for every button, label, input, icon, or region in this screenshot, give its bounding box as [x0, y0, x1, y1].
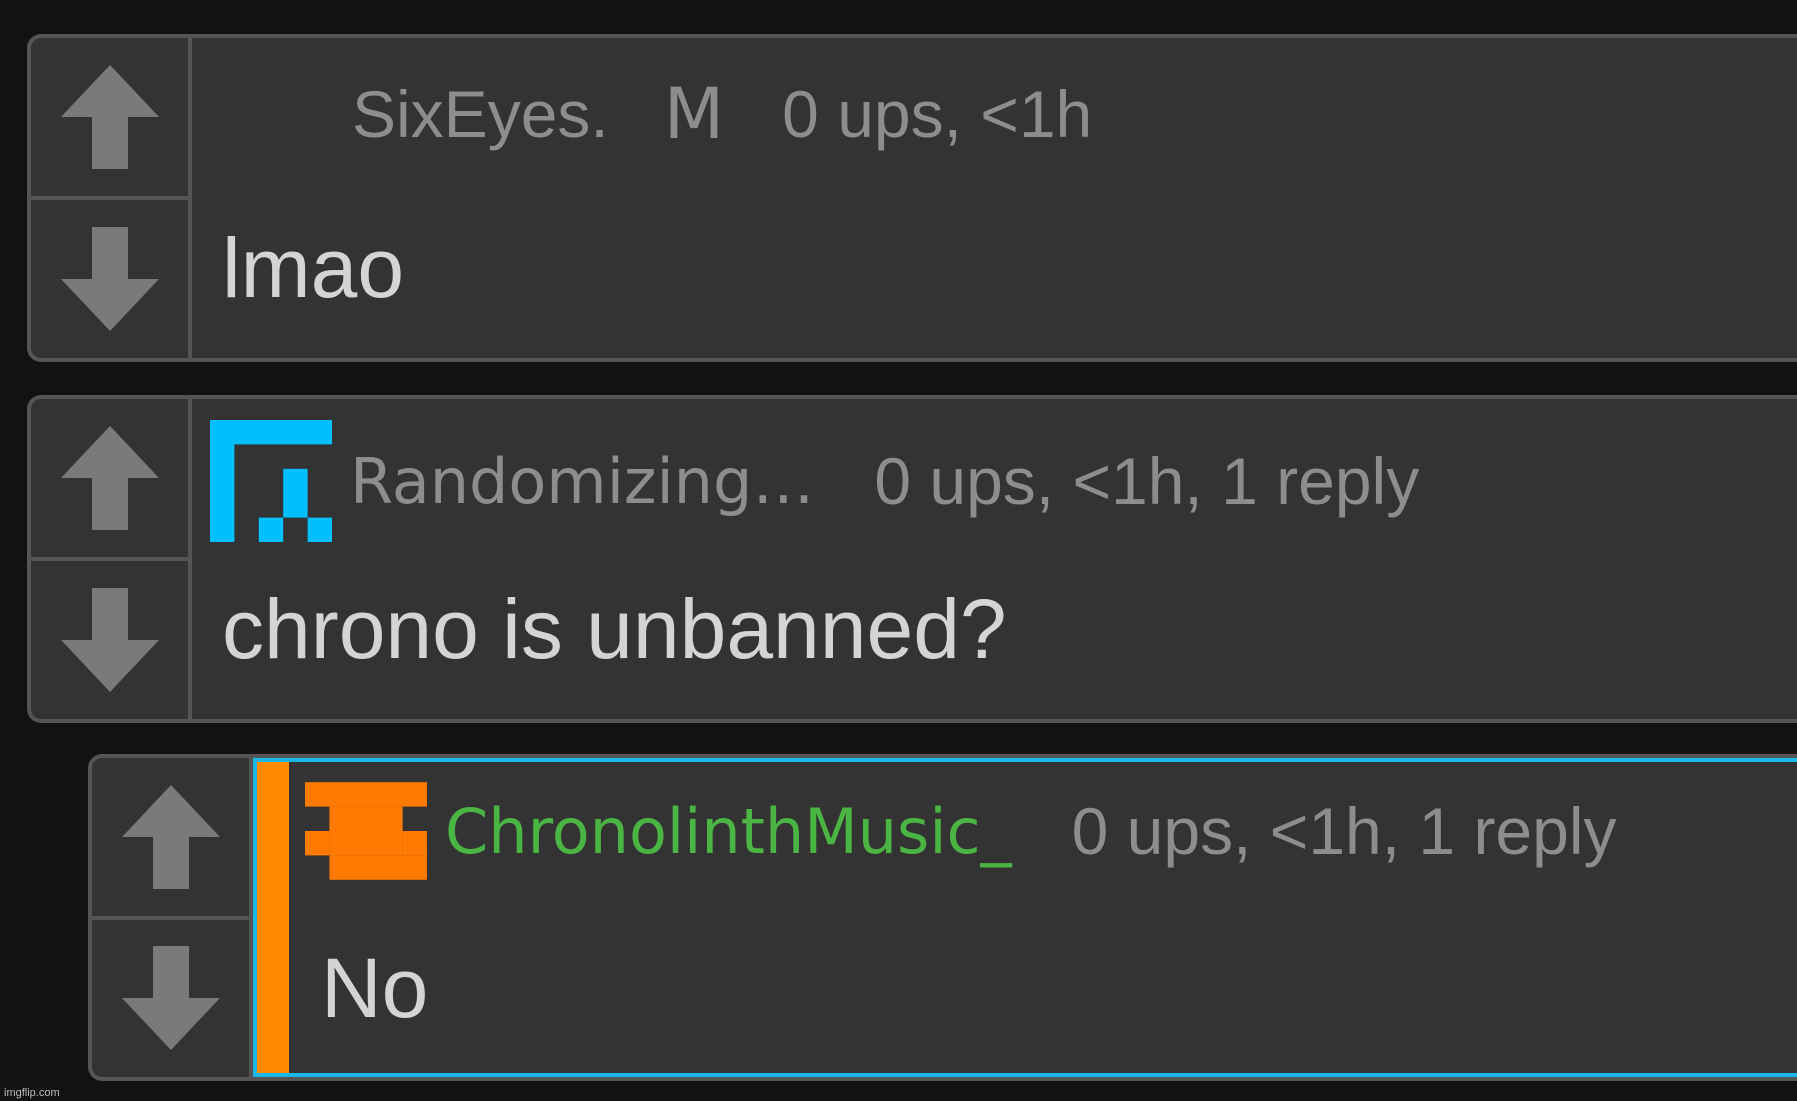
- comment-stats: 0 ups, <1h, 1 reply: [1071, 794, 1617, 868]
- arrow-up-icon: [60, 65, 159, 169]
- comment-stats: 0 ups, <1h: [782, 77, 1093, 151]
- upvote-button[interactable]: [92, 758, 249, 916]
- comment-text: lmao: [222, 221, 405, 315]
- comment-text: chrono is unbanned?: [222, 582, 1007, 676]
- pixel-avatar-blue-icon[interactable]: [210, 420, 332, 542]
- username[interactable]: ChronolinthMusic_: [445, 795, 1012, 868]
- username[interactable]: SixEyes.: [352, 76, 609, 152]
- reply-comment-card: ChronolinthMusic_ 0 ups, <1h, 1 reply No: [88, 754, 1797, 1081]
- arrow-up-icon: [60, 426, 159, 530]
- upvote-button[interactable]: [31, 38, 188, 196]
- arrow-down-icon: [60, 588, 159, 692]
- pixel-avatar-orange-icon[interactable]: [305, 782, 427, 880]
- comment-body: SixEyes. M 0 ups, <1h lmao: [192, 38, 1797, 358]
- vote-column: [31, 399, 192, 719]
- comment-meta: SixEyes. M 0 ups, <1h: [352, 73, 1093, 155]
- vote-column: [31, 38, 192, 358]
- comment-stats: 0 ups, <1h, 1 reply: [874, 444, 1420, 518]
- mod-badge: M: [663, 73, 725, 155]
- comment-text: No: [321, 941, 429, 1035]
- arrow-down-icon: [60, 227, 159, 331]
- downvote-button[interactable]: [31, 196, 188, 358]
- downvote-button[interactable]: [31, 557, 188, 719]
- comment-card: SixEyes. M 0 ups, <1h lmao: [27, 34, 1797, 362]
- upvote-button[interactable]: [31, 399, 188, 557]
- comment-meta: ChronolinthMusic_ 0 ups, <1h, 1 reply: [305, 778, 1617, 884]
- comment-meta: Randomizing… 0 ups, <1h, 1 reply: [210, 419, 1419, 543]
- username[interactable]: Randomizing…: [350, 445, 814, 518]
- arrow-up-icon: [121, 784, 220, 889]
- highlight-accent-bar: [257, 762, 289, 1073]
- comment-card: Randomizing… 0 ups, <1h, 1 reply chrono …: [27, 395, 1797, 723]
- vote-column: [92, 758, 253, 1077]
- comment-body: Randomizing… 0 ups, <1h, 1 reply chrono …: [192, 399, 1797, 719]
- watermark: imgflip.com: [4, 1087, 60, 1099]
- comment-body-highlighted: ChronolinthMusic_ 0 ups, <1h, 1 reply No: [253, 758, 1797, 1077]
- arrow-down-icon: [121, 946, 220, 1051]
- downvote-button[interactable]: [92, 915, 249, 1078]
